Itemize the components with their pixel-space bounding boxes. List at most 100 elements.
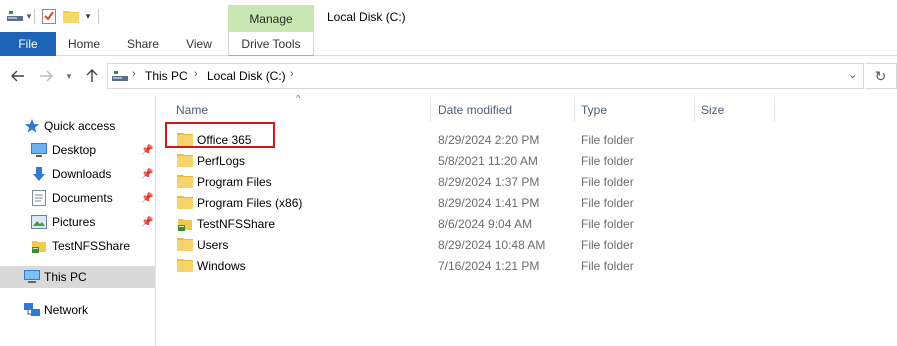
tab-drive-tools[interactable]: Drive Tools [228, 32, 314, 56]
manage-tab-group[interactable]: Manage [228, 5, 314, 32]
file-name: Program Files (x86) [197, 196, 303, 210]
tab-share[interactable]: Share [120, 32, 166, 56]
title-bar: ▾ ▾ Manage Local Disk (C:) [0, 0, 897, 32]
column-header-size[interactable]: Size [701, 98, 771, 122]
tab-home[interactable]: Home [60, 32, 108, 56]
table-row[interactable]: TestNFSShare 8/6/2024 9:04 AM File folde… [157, 213, 897, 234]
breadcrumb-chevron-icon[interactable]: › [290, 68, 294, 80]
back-arrow-icon[interactable] [8, 66, 28, 86]
file-name: Program Files [197, 175, 272, 189]
nav-item-label: TestNFSShare [52, 239, 131, 253]
nav-item-label: Pictures [52, 215, 96, 229]
breadcrumb-this-pc[interactable]: This PC [145, 69, 188, 83]
file-name: Windows [197, 259, 246, 273]
file-type: File folder [581, 259, 634, 273]
recent-locations-icon[interactable]: ▾ [62, 66, 76, 86]
window-title: Local Disk (C:) [327, 10, 406, 24]
pictures-icon [31, 214, 47, 230]
pin-icon[interactable]: 📌 [141, 217, 153, 228]
column-divider[interactable] [430, 98, 431, 122]
column-header-type[interactable]: Type [581, 98, 691, 122]
table-row[interactable]: Program Files 8/29/2024 1:37 PM File fol… [157, 171, 897, 192]
folder-icon [177, 195, 193, 209]
file-type: File folder [581, 196, 634, 210]
file-date: 8/6/2024 9:04 AM [438, 217, 533, 231]
share-folder-icon [177, 216, 193, 231]
refresh-button[interactable]: ↻ [865, 63, 897, 89]
up-arrow-icon[interactable] [82, 66, 102, 86]
table-row[interactable]: PerfLogs 5/8/2021 11:20 AM File folder [157, 150, 897, 171]
table-row[interactable]: Program Files (x86) 8/29/2024 1:41 PM Fi… [157, 192, 897, 213]
documents-icon [31, 190, 47, 206]
network-icon [24, 302, 40, 318]
nav-item-label: This PC [44, 270, 87, 284]
table-row[interactable]: Users 8/29/2024 10:48 AM File folder [157, 234, 897, 255]
nav-item-network[interactable]: Network [0, 299, 155, 321]
breadcrumb-chevron-icon[interactable]: › [132, 68, 136, 80]
file-type: File folder [581, 154, 634, 168]
pin-icon[interactable]: 📌 [141, 169, 153, 180]
nav-item-label: Downloads [52, 167, 112, 181]
column-header-name[interactable]: Name [176, 98, 426, 122]
download-icon [31, 166, 47, 182]
navigation-pane: Quick access Desktop 📌 Downloads 📌 Docum… [0, 96, 156, 346]
tab-view[interactable]: View [176, 32, 222, 56]
file-name: PerfLogs [197, 154, 246, 168]
file-date: 8/29/2024 1:41 PM [438, 196, 540, 210]
file-date: 8/29/2024 10:48 AM [438, 238, 546, 252]
breadcrumb-local-disk[interactable]: Local Disk (C:) [207, 69, 286, 83]
file-date: 8/29/2024 1:37 PM [438, 175, 540, 189]
file-date: 8/29/2024 2:20 PM [438, 133, 540, 147]
customize-toolbar-icon[interactable]: ▾ [82, 7, 94, 25]
tab-file[interactable]: File [0, 32, 56, 56]
file-type: File folder [581, 217, 634, 231]
nav-item-downloads[interactable]: Downloads 📌 [0, 163, 155, 185]
nav-item-this-pc[interactable]: This PC [0, 266, 155, 288]
properties-icon[interactable] [40, 7, 58, 25]
toolbar-separator [98, 9, 99, 24]
pin-icon[interactable]: 📌 [141, 193, 153, 204]
address-dropdown-icon[interactable]: ⌄ [848, 68, 857, 81]
pin-icon[interactable]: 📌 [141, 145, 153, 156]
computer-icon [24, 269, 40, 285]
table-row[interactable]: Windows 7/16/2024 1:21 PM File folder [157, 255, 897, 276]
desktop-icon [31, 142, 47, 158]
nav-item-label: Network [44, 303, 89, 317]
star-icon [24, 118, 40, 134]
file-type: File folder [581, 133, 634, 147]
column-divider[interactable] [574, 98, 575, 122]
drive-icon [6, 7, 24, 25]
nav-item-label: Documents [52, 191, 113, 205]
nav-item-quick-access[interactable]: Quick access [0, 115, 155, 137]
quick-access-dropdown-icon[interactable]: ▾ [24, 7, 34, 25]
file-type: File folder [581, 238, 634, 252]
folder-icon [177, 174, 193, 188]
breadcrumb-chevron-icon[interactable]: › [194, 68, 198, 80]
nav-item-testnfsshare[interactable]: TestNFSShare [0, 235, 155, 257]
refresh-icon: ↻ [874, 67, 887, 84]
drive-icon [112, 70, 128, 85]
column-divider[interactable] [694, 98, 695, 122]
ribbon-tabs: File Home Share View Drive Tools [0, 32, 897, 56]
file-name: TestNFSShare [197, 217, 276, 231]
nav-item-pictures[interactable]: Pictures 📌 [0, 211, 155, 233]
file-type: File folder [581, 175, 634, 189]
folder-icon [177, 153, 193, 167]
address-bar[interactable]: › This PC › Local Disk (C:) › ⌄ [107, 63, 864, 89]
forward-arrow-icon[interactable] [36, 66, 56, 86]
nav-item-label: Desktop [52, 143, 97, 157]
share-folder-icon [31, 238, 47, 254]
toolbar-separator [34, 9, 35, 24]
nav-item-desktop[interactable]: Desktop 📌 [0, 139, 155, 161]
file-date: 5/8/2021 11:20 AM [438, 154, 538, 168]
highlight-annotation-box [165, 122, 275, 148]
new-folder-icon[interactable] [62, 7, 80, 25]
folder-icon [177, 237, 193, 251]
column-divider[interactable] [774, 98, 775, 122]
file-date: 7/16/2024 1:21 PM [438, 259, 540, 273]
nav-item-label: Quick access [44, 119, 116, 133]
folder-icon [177, 258, 193, 272]
column-header-date-modified[interactable]: Date modified [438, 98, 568, 122]
file-name: Users [197, 238, 229, 252]
nav-item-documents[interactable]: Documents 📌 [0, 187, 155, 209]
